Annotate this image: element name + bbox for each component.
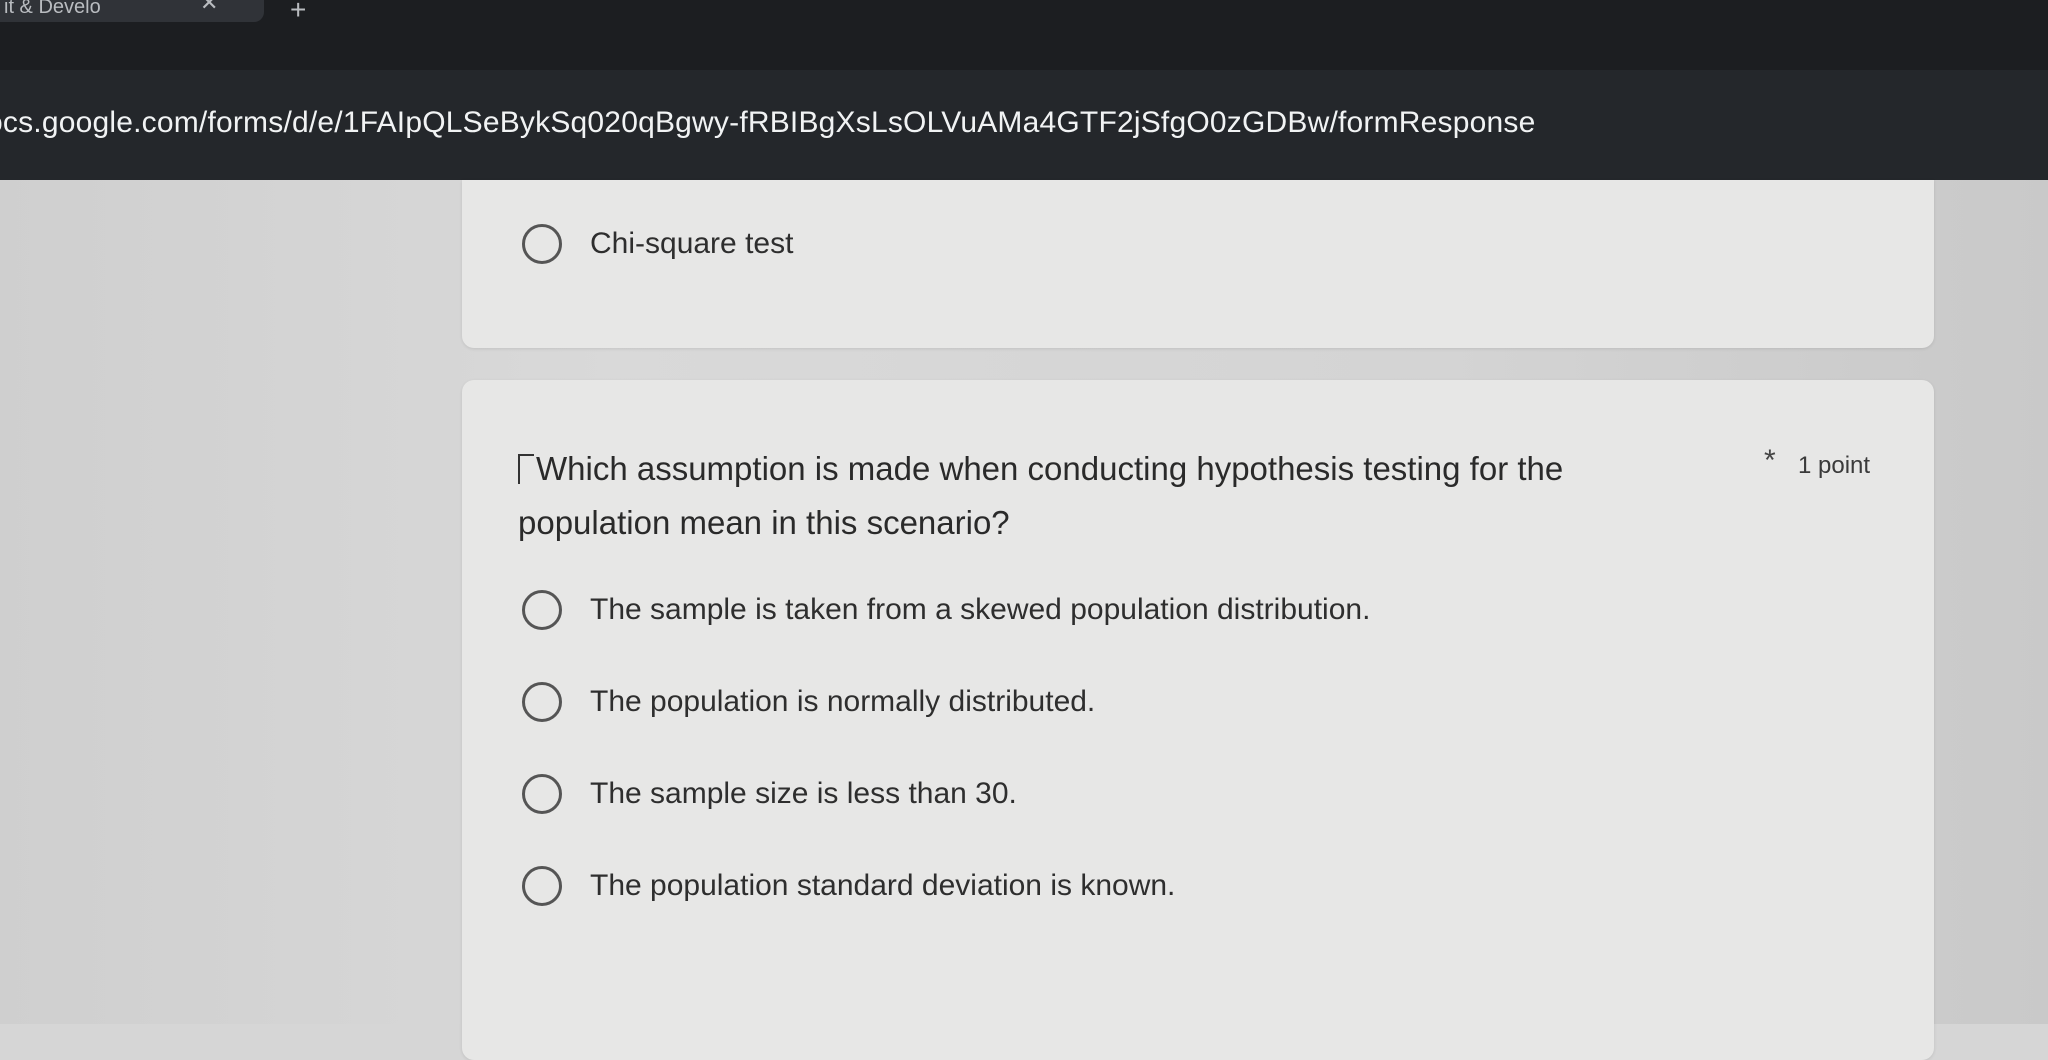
points-label: 1 point [1798, 452, 1871, 479]
option-label: The population standard deviation is kno… [590, 869, 1176, 902]
question-title: Which assumption is made when conducting… [518, 450, 1564, 541]
option-label: The sample is taken from a skewed popula… [590, 593, 1371, 626]
radio-button[interactable] [522, 866, 562, 906]
close-icon[interactable]: ✕ [200, 0, 218, 14]
browser-tab[interactable]: it & Develo ✕ [0, 0, 264, 22]
radio-option[interactable]: The sample is taken from a skewed popula… [522, 588, 1370, 632]
new-tab-icon[interactable]: + [290, 0, 306, 26]
form-page: Chi-square test Which assumption is made… [0, 180, 2048, 1060]
radio-button[interactable] [522, 774, 562, 814]
option-label: Chi-square test [590, 227, 794, 260]
option-label: The population is normally distributed. [590, 685, 1096, 718]
address-bar[interactable]: ocs.google.com/forms/d/e/1FAIpQLSeBykSq0… [0, 100, 2048, 150]
question-card: Which assumption is made when conducting… [462, 380, 1934, 1060]
tab-title: it & Develo [4, 0, 101, 14]
url-text[interactable]: ocs.google.com/forms/d/e/1FAIpQLSeBykSq0… [0, 106, 1535, 140]
radio-button[interactable] [522, 590, 562, 630]
option-label: The sample size is less than 30. [590, 777, 1017, 810]
browser-chrome: it & Develo ✕ + ocs.google.com/forms/d/e… [0, 0, 2048, 180]
previous-question-card: Chi-square test [462, 180, 1934, 348]
required-marker: * [1764, 444, 1776, 477]
radio-button[interactable] [522, 682, 562, 722]
radio-option[interactable]: The population is normally distributed. [522, 680, 1095, 724]
radio-option[interactable]: The sample size is less than 30. [522, 772, 1017, 816]
text-cursor-icon [518, 454, 534, 484]
tab-strip: it & Develo ✕ + [0, 0, 2048, 70]
radio-option[interactable]: Chi-square test [522, 222, 793, 266]
radio-button[interactable] [522, 224, 562, 264]
radio-option[interactable]: The population standard deviation is kno… [522, 864, 1175, 908]
